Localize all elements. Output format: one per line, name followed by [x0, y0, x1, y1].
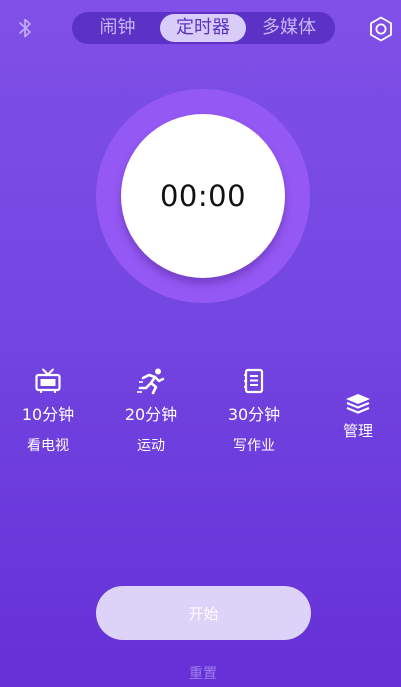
- preset-label: 写作业: [233, 438, 275, 454]
- preset-label: 看电视: [27, 438, 69, 454]
- preset-homework[interactable]: 30分钟 写作业: [209, 366, 299, 466]
- settings-icon[interactable]: [367, 15, 395, 43]
- timer-dial[interactable]: 00:00: [121, 114, 285, 278]
- preset-duration: 20分钟: [124, 405, 178, 424]
- tab-timer[interactable]: 定时器: [160, 14, 246, 42]
- manage-label: 管理: [342, 422, 373, 440]
- preset-label: 运动: [137, 438, 165, 454]
- preset-duration: 10分钟: [21, 405, 75, 424]
- tab-multimedia[interactable]: 多媒体: [246, 14, 332, 42]
- mode-tab-bar: 闹钟 定时器 多媒体: [72, 12, 335, 44]
- preset-tv[interactable]: 10分钟 看电视: [3, 366, 93, 466]
- notebook-icon: [238, 366, 270, 396]
- preset-duration: 30分钟: [227, 405, 281, 424]
- preset-exercise[interactable]: 20分钟 运动: [106, 366, 196, 466]
- layers-icon: [344, 392, 372, 420]
- tab-alarm[interactable]: 闹钟: [75, 14, 160, 42]
- running-icon: [135, 366, 167, 396]
- start-button[interactable]: 开始: [96, 586, 311, 640]
- manage-button[interactable]: 管理: [333, 392, 383, 440]
- bluetooth-icon[interactable]: [14, 15, 36, 41]
- reset-button[interactable]: 重置: [163, 661, 243, 685]
- tv-icon: [32, 366, 64, 396]
- timer-display: 00:00: [159, 179, 247, 213]
